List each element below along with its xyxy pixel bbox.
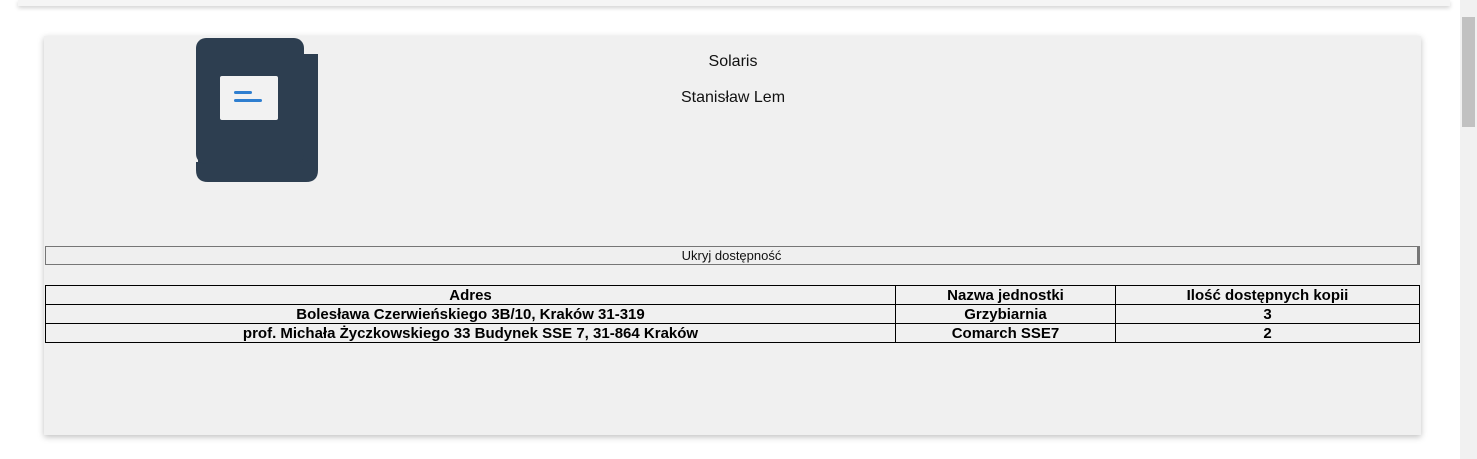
book-author: Stanisław Lem <box>680 89 786 106</box>
cell-copies: 3 <box>1115 304 1420 324</box>
availability-table: Adres Nazwa jednostki Ilość dostępnych k… <box>45 285 1420 343</box>
scrollbar-thumb[interactable] <box>1462 17 1475 127</box>
top-header-bar <box>18 0 1450 6</box>
column-header-unit-name: Nazwa jednostki <box>895 285 1116 305</box>
cell-address: prof. Michała Życzkowskiego 33 Budynek S… <box>45 323 896 343</box>
cell-copies: 2 <box>1115 323 1420 343</box>
column-header-copies: Ilość dostępnych kopii <box>1115 285 1420 305</box>
book-title: Solaris <box>708 53 758 70</box>
vertical-scrollbar[interactable] <box>1460 0 1477 459</box>
book-card: Solaris Stanisław Lem Ukryj dostępność A… <box>44 36 1421 435</box>
hide-availability-button[interactable]: Ukryj dostępność <box>45 246 1420 265</box>
book-icon <box>196 38 318 182</box>
cell-unit-name: Grzybiarnia <box>895 304 1116 324</box>
column-header-address: Adres <box>45 285 896 305</box>
table-header-row: Adres Nazwa jednostki Ilość dostępnych k… <box>45 285 1420 305</box>
table-row: prof. Michała Życzkowskiego 33 Budynek S… <box>45 323 1420 343</box>
cell-unit-name: Comarch SSE7 <box>895 323 1116 343</box>
cell-address: Bolesława Czerwieńskiego 3B/10, Kraków 3… <box>45 304 896 324</box>
table-row: Bolesława Czerwieńskiego 3B/10, Kraków 3… <box>45 304 1420 324</box>
